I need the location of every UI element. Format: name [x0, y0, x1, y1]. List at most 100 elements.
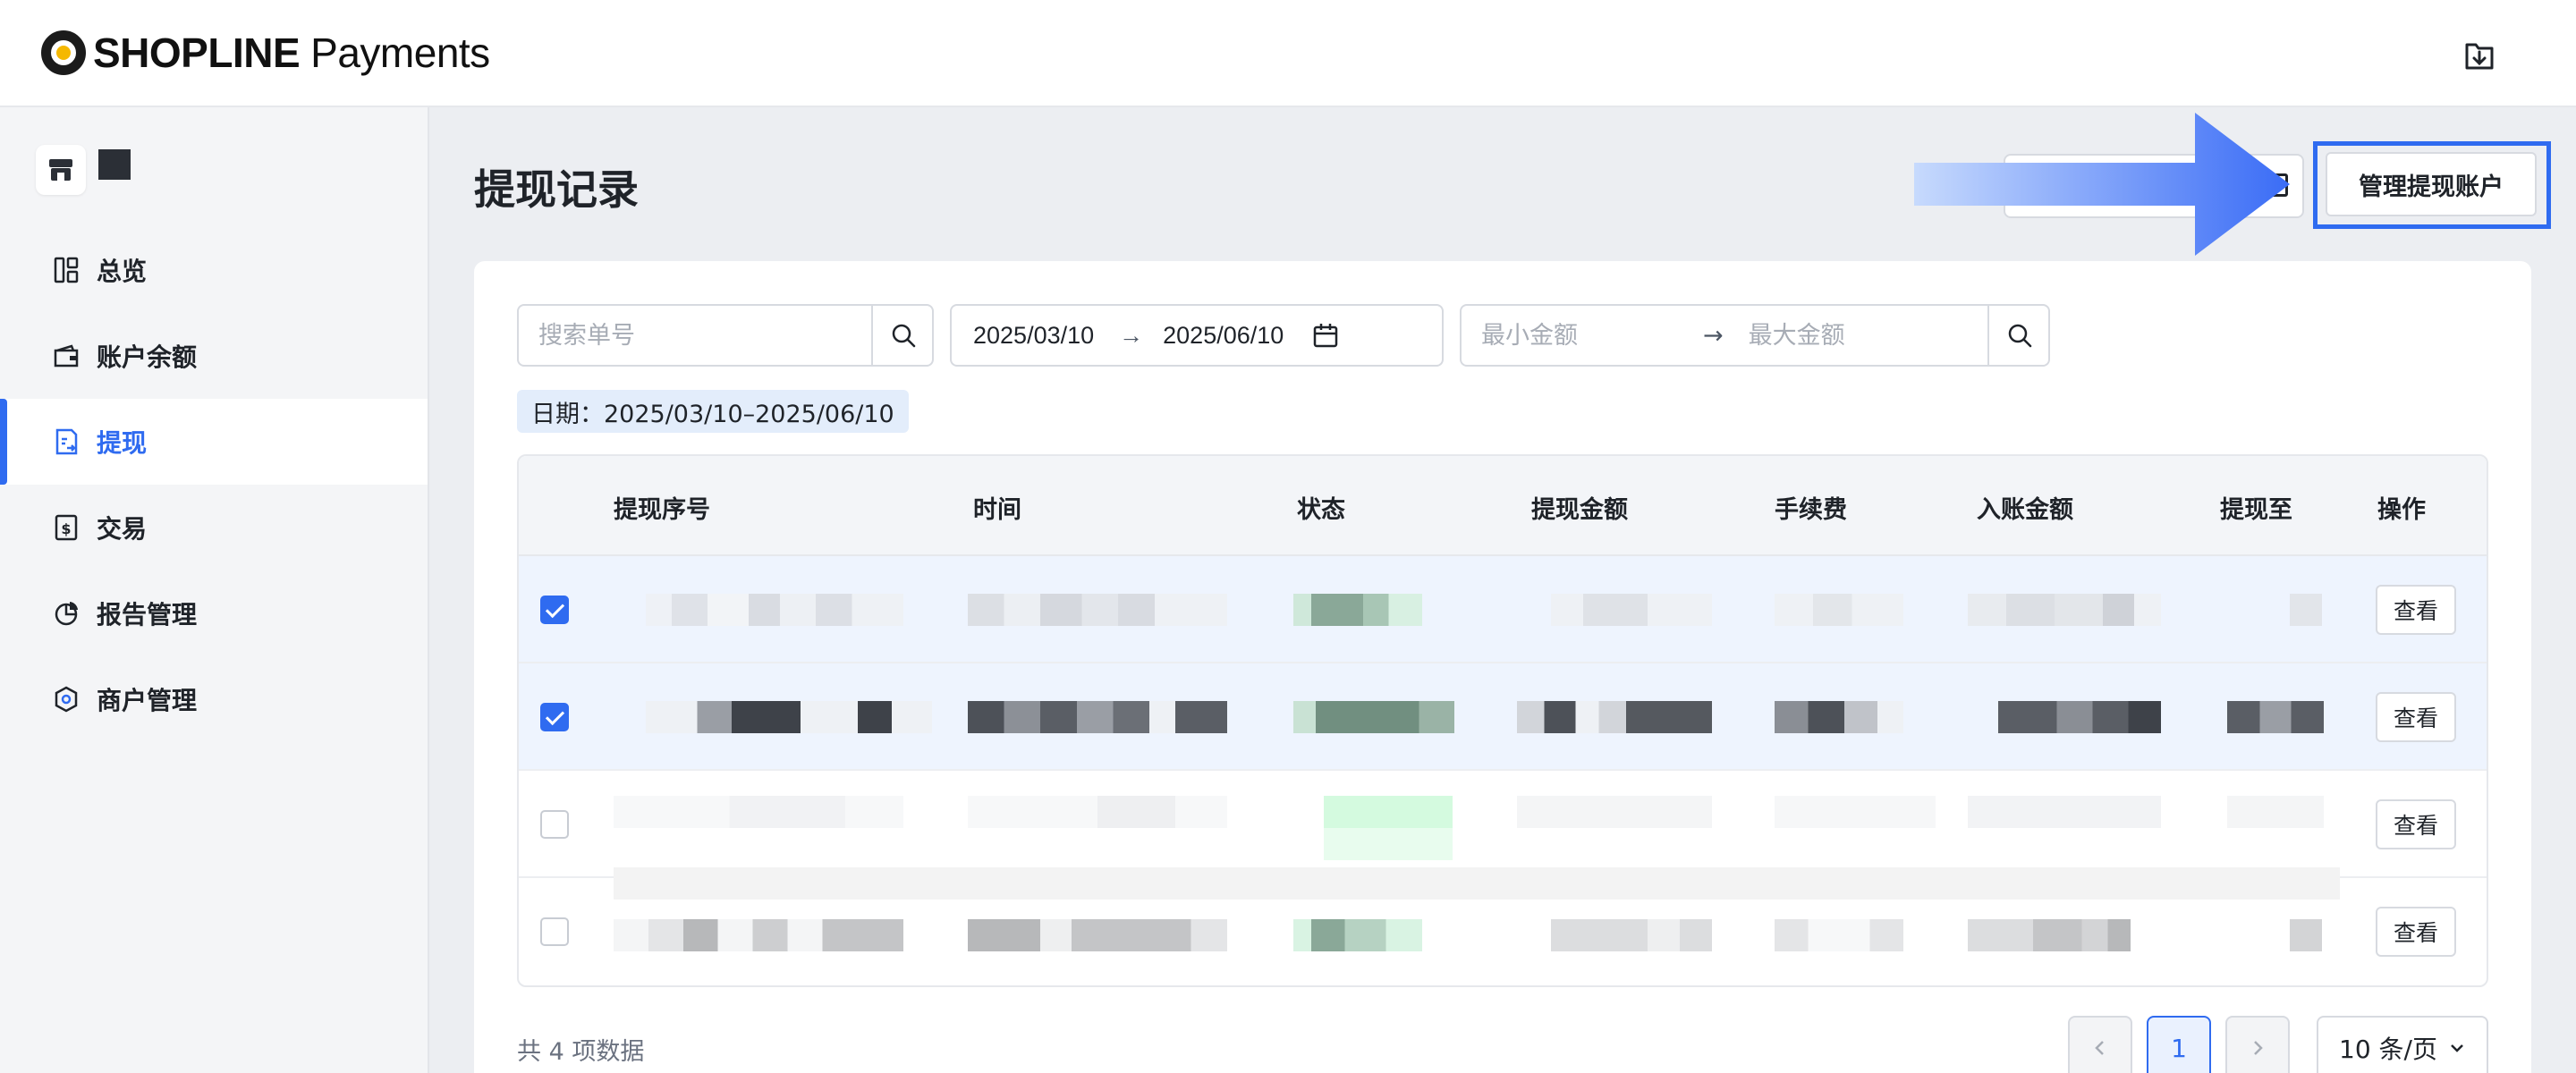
table-row[interactable]: 查看: [519, 663, 2487, 771]
search-icon: [892, 324, 916, 348]
redacted-cell: [968, 594, 1227, 626]
row-checkbox[interactable]: [540, 703, 569, 731]
search-order-input[interactable]: [519, 321, 859, 350]
table-row[interactable]: 查看: [519, 878, 2487, 985]
redacted-status: [1293, 594, 1422, 626]
table-row[interactable]: 查看: [519, 771, 2487, 900]
redacted-cell: [614, 919, 903, 951]
redacted-cell: [2290, 919, 2322, 951]
redacted-cell: [1775, 594, 1903, 626]
redacted-cell: [1968, 919, 2131, 951]
redacted-cell: [1775, 701, 1903, 733]
column-header: 入账金额: [1977, 496, 2073, 524]
redacted-cell: [1551, 594, 1712, 626]
amount-range-arrow: →: [1703, 321, 1724, 350]
search-order-field: [517, 304, 934, 367]
view-button[interactable]: 查看: [2376, 799, 2456, 849]
sidebar-item-label: 账户余额: [97, 342, 198, 372]
highlight-arrow-icon: [1914, 113, 2290, 256]
store-icon: [36, 145, 86, 195]
redacted-status: [1324, 796, 1453, 860]
redacted-cell: [968, 919, 1227, 951]
column-header: 操作: [2377, 496, 2426, 524]
redacted-cell: [614, 796, 903, 828]
download-icon: [2465, 43, 2494, 70]
prev-page-button[interactable]: [2068, 1016, 2132, 1073]
column-header: 提现序号: [614, 496, 710, 524]
top-bar: SHOPLINE Payments: [0, 0, 2576, 107]
redacted-cell: [1968, 594, 2161, 626]
calendar-icon: [1314, 324, 1338, 348]
column-header: 手续费: [1775, 496, 1847, 524]
shopline-payments-logo[interactable]: SHOPLINE Payments: [41, 27, 490, 79]
sidebar: 总览 账户余额 提现 $ 交易 报告管理 商户管理: [0, 107, 429, 1073]
sidebar-item-merchant[interactable]: 商户管理: [0, 656, 428, 742]
total-count: 共 4 项数据: [517, 1038, 645, 1066]
date-range-picker[interactable]: 2025/03/10 → 2025/06/10: [950, 304, 1444, 367]
redacted-cell: [1775, 919, 1903, 951]
svg-text:$: $: [61, 520, 71, 537]
column-header: 提现至: [2220, 496, 2292, 524]
row-checkbox[interactable]: [540, 810, 569, 839]
merchant-icon: [52, 685, 80, 714]
search-button[interactable]: [871, 306, 934, 365]
redacted-cell: [1998, 701, 2161, 733]
min-amount-input[interactable]: [1462, 321, 1658, 350]
store-name-redacted: [98, 149, 131, 180]
page-title: 提现记录: [474, 165, 639, 214]
logo-product: Payments: [310, 30, 490, 76]
page-number-button[interactable]: 1: [2147, 1016, 2211, 1073]
redacted-cell: [1517, 701, 1712, 733]
max-amount-input[interactable]: [1723, 321, 1938, 350]
download-button[interactable]: [2458, 34, 2501, 77]
sidebar-item-overview[interactable]: 总览: [0, 227, 428, 313]
amount-search-button[interactable]: [1987, 306, 2050, 365]
table-row[interactable]: 查看: [519, 556, 2487, 663]
view-button[interactable]: 查看: [2376, 585, 2456, 635]
withdraw-icon: [52, 427, 80, 456]
view-button[interactable]: 查看: [2376, 692, 2456, 742]
sidebar-item-withdraw[interactable]: 提现: [0, 399, 428, 485]
redacted-cell: [968, 701, 1227, 733]
redacted-cell: [968, 796, 1227, 828]
logo-mark-icon: [41, 30, 86, 75]
chevron-down-icon: [2451, 1044, 2463, 1052]
sidebar-item-label: 提现: [97, 428, 148, 458]
date-start[interactable]: 2025/03/10: [973, 322, 1094, 350]
redacted-cell: [1968, 796, 2161, 828]
redacted-cell: [2227, 796, 2324, 828]
row-checkbox[interactable]: [540, 917, 569, 946]
redacted-cell: [646, 701, 932, 733]
view-button[interactable]: 查看: [2376, 907, 2456, 957]
report-icon: [52, 599, 80, 628]
manage-withdraw-account-button[interactable]: 管理提现账户: [2326, 152, 2537, 216]
chevron-right-icon: [2254, 1041, 2263, 1055]
sidebar-item-transactions[interactable]: $ 交易: [0, 485, 428, 570]
wallet-icon: [52, 342, 80, 370]
redacted-cell: [1551, 919, 1712, 951]
redacted-cell: [646, 594, 903, 626]
chevron-left-icon: [2095, 1041, 2104, 1055]
page-size-select[interactable]: 10 条/页: [2317, 1016, 2488, 1073]
next-page-button[interactable]: [2225, 1016, 2290, 1073]
row-checkbox[interactable]: [540, 596, 569, 624]
table-header: 提现序号 时间 状态 提现金额 手续费 入账金额 提现至 操作: [519, 456, 2487, 556]
sidebar-item-balance[interactable]: 账户余额: [0, 313, 428, 399]
transaction-icon: $: [52, 513, 80, 542]
active-filter-tag[interactable]: 日期：2025/03/10–2025/06/10: [517, 390, 909, 433]
sidebar-item-label: 报告管理: [97, 600, 198, 629]
sidebar-item-label: 交易: [97, 514, 148, 544]
column-header: 状态: [1297, 496, 1345, 524]
date-end[interactable]: 2025/06/10: [1163, 322, 1284, 350]
sidebar-item-reports[interactable]: 报告管理: [0, 570, 428, 656]
sidebar-item-label: 商户管理: [97, 686, 198, 715]
sidebar-item-label: 总览: [97, 257, 148, 286]
page-size-value: 10 条/页: [2339, 1035, 2437, 1064]
amount-range-field: →: [1460, 304, 2050, 367]
logo-brand: SHOPLINE: [93, 30, 301, 76]
dashboard-icon: [52, 256, 80, 284]
date-range-arrow: →: [1119, 321, 1144, 349]
column-header: 提现金额: [1531, 496, 1628, 524]
redacted-status: [1293, 919, 1422, 951]
store-switcher[interactable]: [36, 145, 131, 195]
